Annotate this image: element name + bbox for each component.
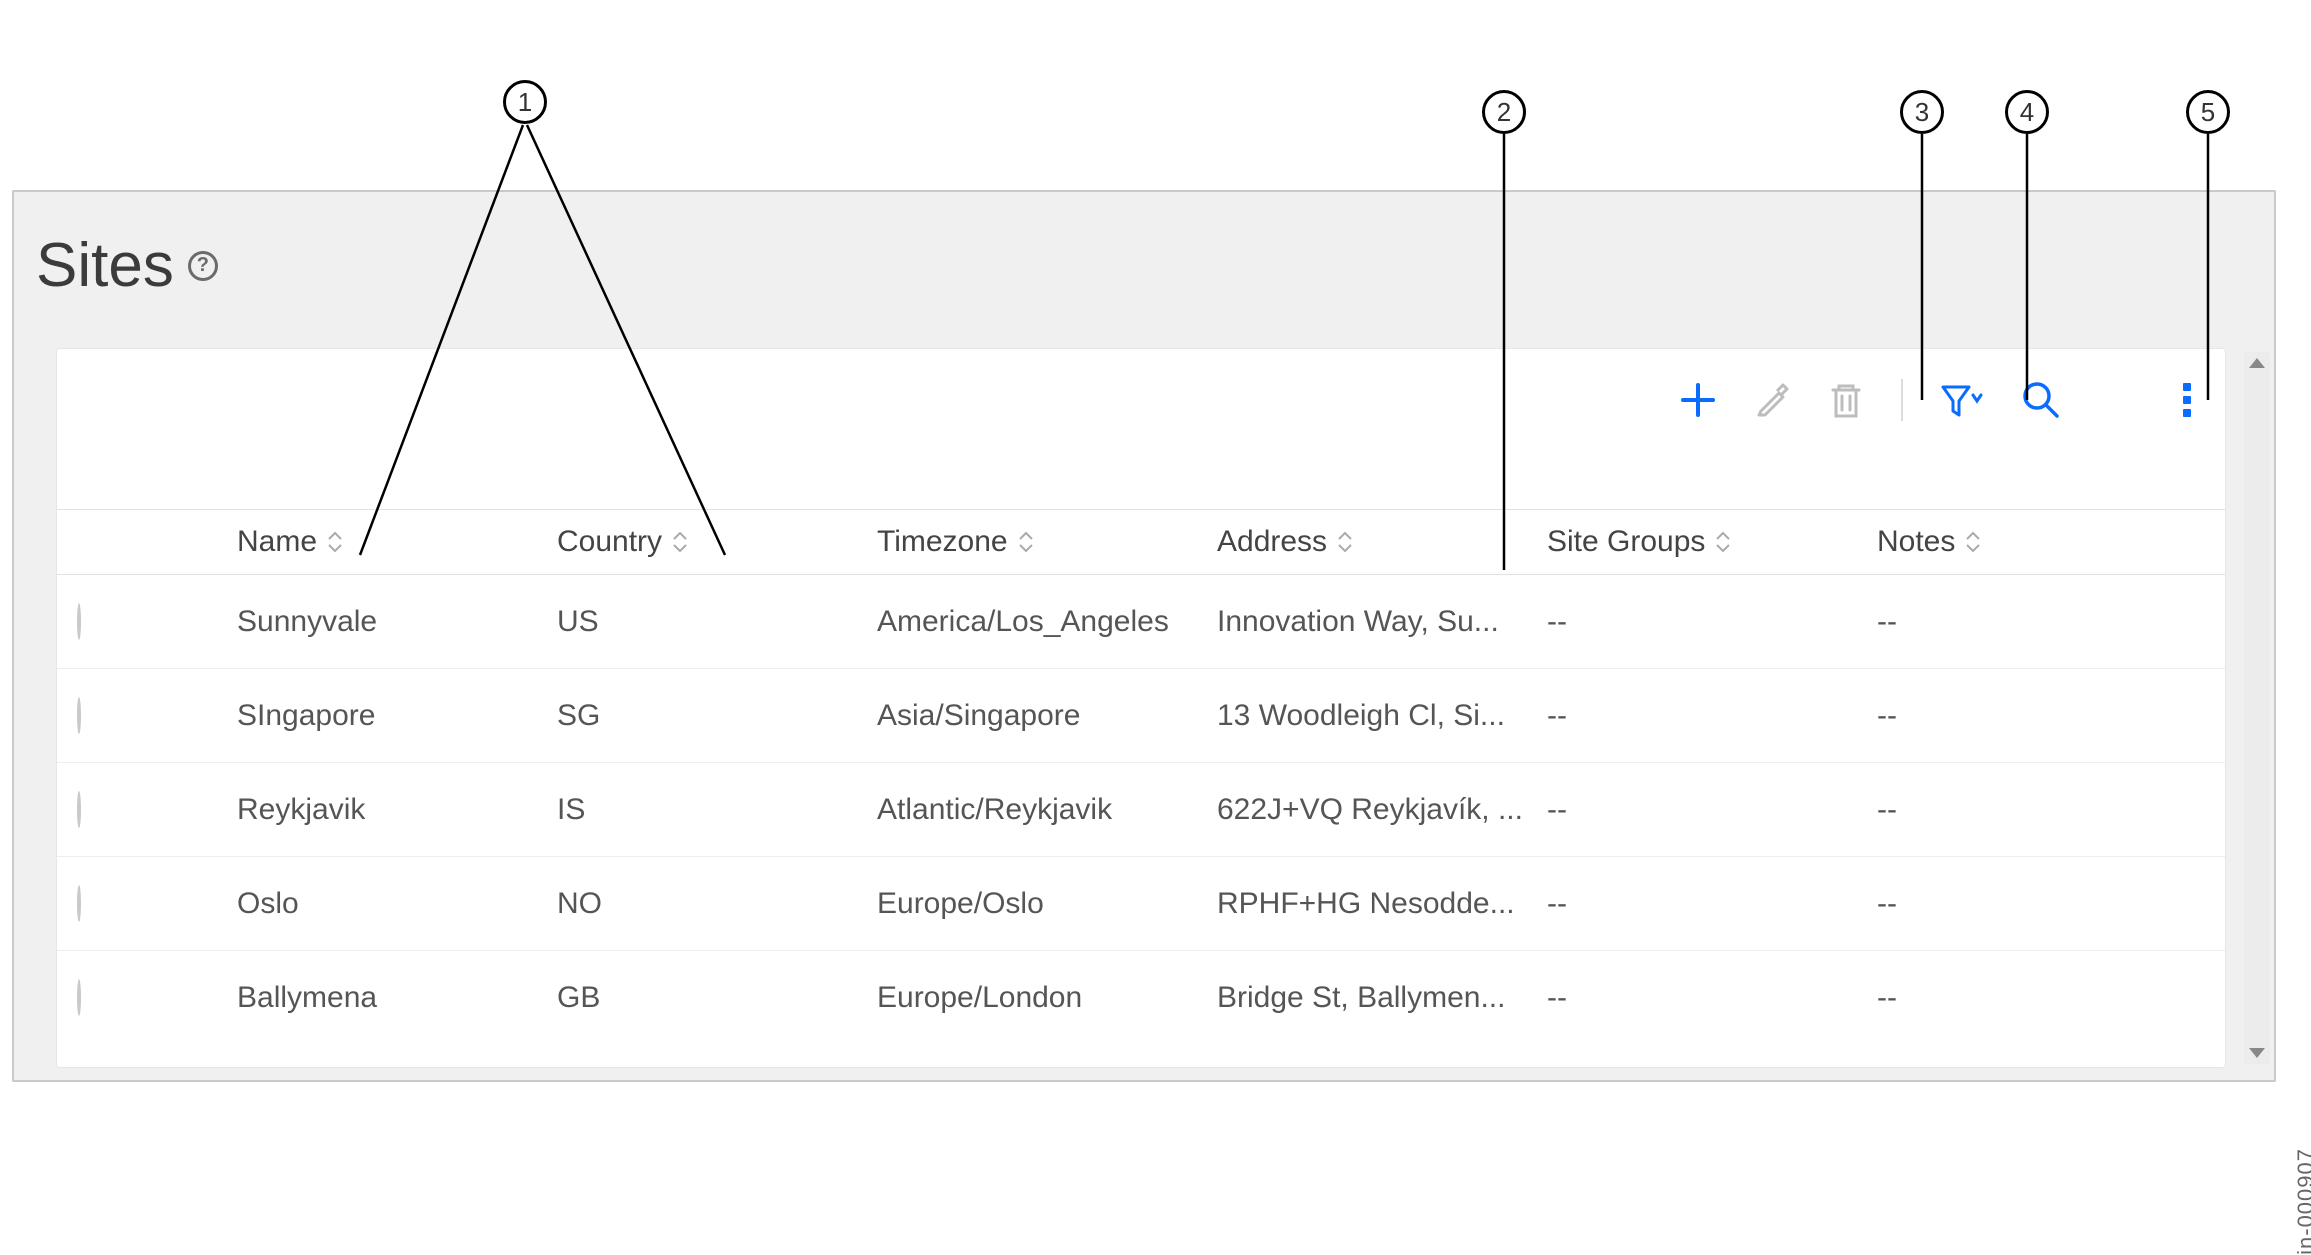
row-select-radio[interactable] [77, 979, 81, 1016]
trash-icon [1827, 380, 1865, 420]
sort-icon [672, 531, 688, 553]
cell-address: RPHF+HG Nesodde... [1217, 887, 1547, 921]
cell-notes: -- [1877, 605, 2205, 639]
cell-address: 13 Woodleigh Cl, Si... [1217, 699, 1547, 733]
callout-label: 5 [2201, 97, 2215, 128]
callout-label: 4 [2020, 97, 2034, 128]
cell-notes: -- [1877, 793, 2205, 827]
column-label: Site Groups [1547, 525, 1705, 559]
callout-2: 2 [1482, 90, 1526, 134]
cell-country: IS [557, 793, 877, 827]
cell-site-groups: -- [1547, 793, 1877, 827]
callout-label: 3 [1915, 97, 1929, 128]
callout-1: 1 [503, 80, 547, 124]
add-button[interactable] [1679, 381, 1717, 419]
callout-3: 3 [1900, 90, 1944, 134]
scroll-up-icon [2249, 358, 2265, 368]
callout-label: 2 [1497, 97, 1511, 128]
column-header-name[interactable]: Name [237, 525, 557, 559]
edit-button[interactable] [1753, 381, 1791, 419]
cell-notes: -- [1877, 887, 2205, 921]
row-select-radio[interactable] [77, 885, 81, 922]
delete-button[interactable] [1827, 380, 1865, 420]
cell-address: 622J+VQ Reykjavík, ... [1217, 793, 1547, 827]
cell-timezone: Asia/Singapore [877, 699, 1217, 733]
table-row[interactable]: SIngapore SG Asia/Singapore 13 Woodleigh… [57, 669, 2225, 763]
filter-icon [1939, 381, 1985, 419]
table-row[interactable]: Ballymena GB Europe/London Bridge St, Ba… [57, 951, 2225, 1045]
cell-site-groups: -- [1547, 887, 1877, 921]
table-row[interactable]: Reykjavik IS Atlantic/Reykjavik 622J+VQ … [57, 763, 2225, 857]
cell-name: Ballymena [237, 981, 557, 1015]
cell-country: SG [557, 699, 877, 733]
row-select-radio[interactable] [77, 791, 81, 828]
plus-icon [1679, 381, 1717, 419]
cell-notes: -- [1877, 981, 2205, 1015]
callout-4: 4 [2005, 90, 2049, 134]
callout-label: 1 [518, 87, 532, 118]
column-header-notes[interactable]: Notes [1877, 525, 2205, 559]
vertical-scrollbar[interactable] [2244, 352, 2270, 1064]
cell-name: Reykjavik [237, 793, 557, 827]
table-row[interactable]: Sunnyvale US America/Los_Angeles Innovat… [57, 575, 2225, 669]
search-button[interactable] [2021, 380, 2061, 420]
sites-frame: Sites ? [12, 190, 2276, 1082]
toolbar [1679, 379, 2191, 421]
cell-address: Bridge St, Ballymen... [1217, 981, 1547, 1015]
sort-icon [1715, 531, 1731, 553]
row-select-radio[interactable] [77, 697, 81, 734]
column-label: Name [237, 525, 317, 559]
search-icon [2021, 380, 2061, 420]
column-label: Notes [1877, 525, 1955, 559]
cell-name: Oslo [237, 887, 557, 921]
table-row[interactable]: Oslo NO Europe/Oslo RPHF+HG Nesodde... -… [57, 857, 2225, 951]
cell-site-groups: -- [1547, 605, 1877, 639]
more-menu-button[interactable] [2183, 383, 2191, 417]
page-title: Sites ? [36, 230, 218, 301]
cell-site-groups: -- [1547, 981, 1877, 1015]
cell-name: Sunnyvale [237, 605, 557, 639]
cell-notes: -- [1877, 699, 2205, 733]
cell-address: Innovation Way, Su... [1217, 605, 1547, 639]
sites-table: Name Country Timezone Address [57, 509, 2225, 1045]
pencil-icon [1753, 381, 1791, 419]
row-select-radio[interactable] [77, 603, 81, 640]
filter-button[interactable] [1939, 381, 1985, 419]
sort-icon [1965, 531, 1981, 553]
column-label: Address [1217, 525, 1327, 559]
column-header-timezone[interactable]: Timezone [877, 525, 1217, 559]
dot-icon [2183, 409, 2191, 417]
table-header-row: Name Country Timezone Address [57, 509, 2225, 575]
dot-icon [2183, 383, 2191, 391]
column-label: Country [557, 525, 662, 559]
column-header-address[interactable]: Address [1217, 525, 1547, 559]
cell-name: SIngapore [237, 699, 557, 733]
help-icon[interactable]: ? [188, 251, 218, 281]
sort-icon [327, 531, 343, 553]
scroll-down-icon [2249, 1048, 2265, 1058]
page-title-text: Sites [36, 230, 174, 301]
cell-country: NO [557, 887, 877, 921]
dot-icon [2183, 396, 2191, 404]
column-label: Timezone [877, 525, 1008, 559]
cell-timezone: Europe/London [877, 981, 1217, 1015]
cell-timezone: America/Los_Angeles [877, 605, 1217, 639]
column-header-site-groups[interactable]: Site Groups [1547, 525, 1877, 559]
sort-icon [1337, 531, 1353, 553]
sort-icon [1018, 531, 1034, 553]
figure-id-label: jn-000907 [2293, 1148, 2311, 1255]
cell-country: GB [557, 981, 877, 1015]
callout-5: 5 [2186, 90, 2230, 134]
toolbar-separator [1901, 379, 1903, 421]
cell-timezone: Atlantic/Reykjavik [877, 793, 1217, 827]
cell-site-groups: -- [1547, 699, 1877, 733]
cell-timezone: Europe/Oslo [877, 887, 1217, 921]
sites-panel: Name Country Timezone Address [56, 348, 2226, 1068]
cell-country: US [557, 605, 877, 639]
column-header-country[interactable]: Country [557, 525, 877, 559]
